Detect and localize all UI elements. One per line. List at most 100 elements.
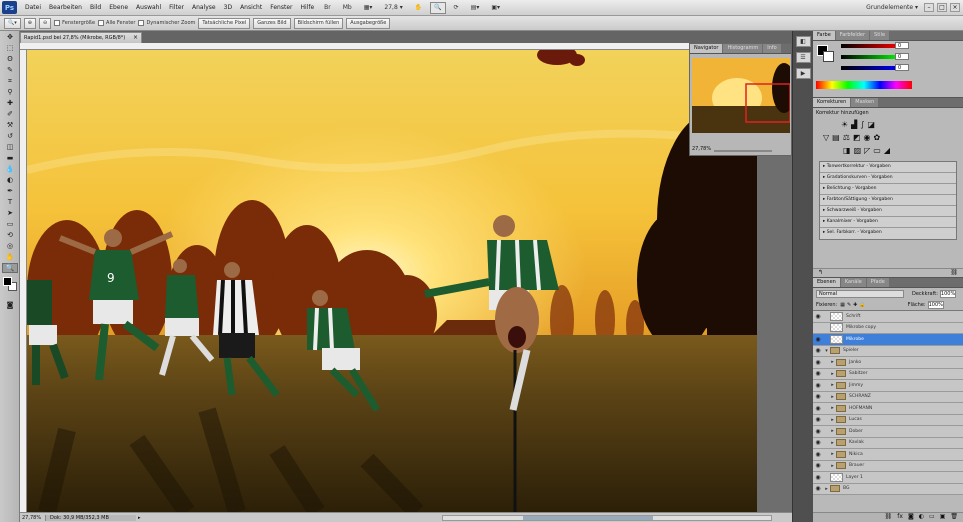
zoom-tool-icon[interactable]: 🔍 (2, 263, 18, 273)
rotate-view-icon[interactable]: ⟳ (450, 2, 463, 14)
status-zoom-field[interactable]: 27,78% (20, 514, 46, 521)
layer-group-row[interactable]: ◉ ▸ Kavlak (813, 438, 963, 449)
preset-item[interactable]: ▸ Sel. Farbkorr. - Vorgaben (820, 228, 956, 239)
scrollbar-thumb[interactable] (523, 515, 653, 520)
actions-panel-icon[interactable]: ▶ (795, 68, 811, 79)
tab-styles[interactable]: Stile (870, 31, 890, 40)
fill-field[interactable]: 100% (927, 300, 944, 309)
delete-layer-icon[interactable]: 🗑 (950, 513, 958, 522)
lock-brush-icon[interactable]: ✎ (847, 302, 851, 308)
workspace-switcher[interactable]: Grundelemente ▾ (866, 4, 918, 11)
visibility-eye-icon[interactable]: ◉ (813, 313, 823, 320)
preset-item[interactable]: ▸ Belichtung - Vorgaben (820, 184, 956, 195)
color-balance-icon[interactable]: ⚖ (843, 133, 850, 142)
path-select-tool-icon[interactable]: ➤ (2, 208, 18, 218)
preset-item[interactable]: ▸ Tonwertkorrektur - Vorgaben (820, 162, 956, 173)
zoom-tool-icon[interactable]: 🔍 (430, 1, 446, 14)
visibility-eye-icon[interactable]: ◉ (813, 336, 823, 343)
expand-triangle-icon[interactable]: ▸ (829, 405, 836, 411)
preset-item[interactable]: ▸ Farbton/Sättigung - Vorgaben (820, 195, 956, 206)
menu-filter[interactable]: Filter (165, 4, 188, 11)
expand-triangle-icon[interactable]: ▸ (823, 486, 830, 492)
channel-mixer-icon[interactable]: ✿ (873, 133, 880, 142)
bridge-button[interactable]: Br (320, 2, 335, 14)
color-spectrum-bar[interactable] (816, 81, 912, 89)
foreground-color-swatch[interactable] (3, 277, 12, 286)
layer-group-row[interactable]: ◉ ▸ SCHRANZ (813, 392, 963, 403)
preset-item[interactable]: ▸ Gradationskurven - Vorgaben (820, 173, 956, 184)
layer-group-row[interactable]: ◉ ▸ Janko (813, 357, 963, 369)
layer-style-icon[interactable]: fx (897, 513, 903, 522)
red-slider[interactable] (841, 44, 901, 48)
document-tab[interactable]: Rapid1.psd bei 27,8% (Mikrobe, RGB/8*) × (20, 32, 142, 43)
screen-mode-icon[interactable]: ▣▾ (487, 2, 504, 14)
green-slider[interactable] (841, 55, 901, 59)
3d-camera-tool-icon[interactable]: ◎ (2, 241, 18, 251)
layer-group-row[interactable]: ◉ ▸ Lucas (813, 415, 963, 426)
invert-icon[interactable]: ◨ (843, 146, 851, 155)
lock-all-icon[interactable]: 🔒 (859, 302, 865, 308)
green-value-field[interactable]: 0 (895, 53, 909, 60)
all-windows-checkbox[interactable]: Alle Fenster (98, 20, 135, 26)
return-to-list-icon[interactable]: ↰ (818, 269, 823, 277)
resize-windows-checkbox[interactable]: Fenstergröße (54, 20, 95, 26)
visibility-eye-icon[interactable]: ◉ (813, 428, 823, 435)
layer-group-row[interactable]: ◉ ▸ Sabitzer (813, 369, 963, 380)
curves-icon[interactable]: ∫ (860, 120, 864, 129)
expand-triangle-icon[interactable]: ▸ (829, 359, 836, 365)
tab-navigator[interactable]: Navigator (690, 44, 723, 53)
fill-screen-button[interactable]: Bildschirm füllen (293, 17, 344, 29)
layer-group-row[interactable]: ◉ ▸ Nikica (813, 449, 963, 461)
link-layers-icon[interactable]: ⛓ (885, 513, 893, 522)
eraser-tool-icon[interactable]: ◫ (2, 142, 18, 152)
tab-color[interactable]: Farbe (813, 31, 835, 40)
preset-item[interactable]: ▸ Schwarzweiß - Vorgaben (820, 206, 956, 217)
blue-value-field[interactable]: 0 (895, 64, 909, 71)
crop-tool-icon[interactable]: ⌗ (2, 76, 18, 86)
lock-transparency-icon[interactable]: ▦ (840, 302, 845, 308)
close-icon[interactable]: × (950, 3, 960, 12)
add-mask-icon[interactable]: ◙ (908, 513, 914, 522)
minimize-icon[interactable]: – (924, 3, 934, 12)
tab-layers[interactable]: Ebenen (813, 278, 840, 287)
close-icon[interactable]: × (133, 33, 138, 43)
tab-swatches[interactable]: Farbfelder (835, 31, 870, 40)
visibility-eye-icon[interactable]: ◉ (813, 347, 823, 354)
expand-triangle-icon[interactable]: ▸ (829, 382, 836, 388)
hand-tool-icon[interactable]: ✋ (411, 2, 426, 14)
expand-triangle-icon[interactable]: ▸ (829, 428, 836, 434)
actual-pixels-button[interactable]: Tatsächliche Pixel (198, 17, 251, 29)
gradient-tool-icon[interactable]: ▬ (2, 153, 18, 163)
layer-group-row[interactable]: ◉ ▾ Spieler (813, 346, 963, 357)
maximize-icon[interactable]: □ (937, 3, 947, 12)
expand-triangle-icon[interactable]: ▸ (829, 440, 836, 446)
posterize-icon[interactable]: ▨ (854, 146, 862, 155)
zoom-level-dropdown[interactable]: 27,8 ▾ (380, 2, 406, 14)
healing-tool-icon[interactable]: ✚ (2, 98, 18, 108)
expand-triangle-icon[interactable]: ▸ (829, 371, 836, 377)
new-group-icon[interactable]: ▭ (929, 513, 935, 522)
view-extras-button[interactable]: ▦▾ (360, 2, 377, 14)
menu-file[interactable]: Datei (21, 4, 45, 11)
visibility-eye-icon[interactable]: ◉ (813, 370, 823, 377)
visibility-eye-icon[interactable]: ◉ (813, 405, 823, 412)
tab-info[interactable]: Info (763, 44, 781, 53)
menu-help[interactable]: Hilfe (296, 4, 318, 11)
visibility-eye-icon[interactable]: ◉ (813, 451, 823, 458)
layer-group-row[interactable]: ◉ ▸ BG (813, 484, 963, 495)
preset-item[interactable]: ▸ Kanalmixer - Vorgaben (820, 217, 956, 228)
print-size-button[interactable]: Ausgabegröße (346, 17, 391, 29)
layer-group-row[interactable]: ◉ ▸ Brauer (813, 461, 963, 472)
navigator-zoom-value[interactable]: 27,78% (692, 146, 711, 152)
photo-filter-icon[interactable]: ◉ (863, 133, 870, 142)
layer-row[interactable]: ◉ Schrift (813, 311, 963, 323)
visibility-eye-icon[interactable]: ◉ (813, 382, 823, 389)
lasso-tool-icon[interactable]: ʘ (2, 54, 18, 64)
scrubby-zoom-checkbox[interactable]: Dynamischer Zoom (138, 20, 195, 26)
layer-row[interactable]: ◉ Layer 1 (813, 472, 963, 484)
visibility-eye-icon[interactable]: ◉ (813, 485, 823, 492)
visibility-eye-icon[interactable]: ◉ (813, 393, 823, 400)
color-swatches[interactable] (0, 277, 19, 299)
black-white-icon[interactable]: ◩ (853, 133, 861, 142)
type-tool-icon[interactable]: T (2, 197, 18, 207)
